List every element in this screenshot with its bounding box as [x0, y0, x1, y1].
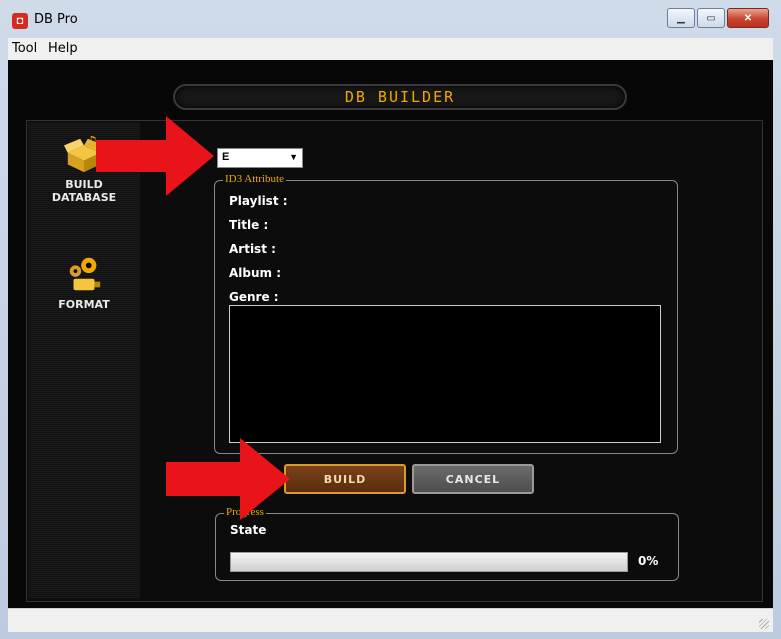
gear-usb-icon — [64, 254, 104, 294]
build-button[interactable]: BUILD — [284, 464, 406, 494]
album-label: Album : — [229, 266, 282, 280]
drive-select[interactable]: E ▼ — [217, 148, 303, 168]
status-bar — [8, 608, 773, 632]
genre-label: Genre : — [229, 290, 279, 304]
drive-select-value: E — [222, 151, 230, 163]
id3-legend: ID3 Attribute — [223, 173, 286, 185]
sidebar-item-format[interactable]: FORMAT — [28, 254, 140, 311]
banner: DB BUILDER — [173, 84, 627, 110]
menu-tool[interactable]: Tool — [12, 41, 37, 56]
progress-bar — [230, 552, 628, 572]
chevron-down-icon: ▼ — [289, 152, 298, 162]
menu-bar: Tool Help — [8, 38, 773, 61]
title-label: Title : — [229, 218, 269, 232]
resize-grip-icon[interactable] — [759, 619, 769, 629]
annotation-arrow-icon — [166, 438, 290, 520]
client-area: DB BUILDER ♫ BUILD DATABASE FORMAT E ▼ I… — [8, 60, 773, 608]
artist-label: Artist : — [229, 242, 276, 256]
minimize-button[interactable]: ▁ — [667, 8, 695, 28]
title-bar: ◘ DB Pro ▁ ▭ ✕ — [0, 0, 781, 38]
sidebar-item-format-label: FORMAT — [58, 298, 110, 311]
window-title: DB Pro — [34, 12, 78, 27]
genre-list[interactable] — [229, 305, 661, 443]
menu-help[interactable]: Help — [48, 41, 78, 56]
progress-group: Progress State 0% — [215, 506, 679, 581]
state-label: State — [230, 523, 267, 537]
app-window: ◘ DB Pro ▁ ▭ ✕ Tool Help DB BUILDER ♫ BU… — [0, 0, 781, 639]
playlist-label: Playlist : — [229, 194, 288, 208]
annotation-arrow-icon — [96, 116, 214, 196]
id3-attribute-group: ID3 Attribute Playlist : Title : Artist … — [214, 173, 678, 454]
banner-title: DB BUILDER — [344, 88, 456, 106]
main-background: DB BUILDER ♫ BUILD DATABASE FORMAT E ▼ I… — [8, 60, 773, 608]
cancel-button[interactable]: CANCEL — [412, 464, 534, 494]
close-button[interactable]: ✕ — [727, 8, 769, 28]
progress-percent: 0% — [638, 554, 659, 568]
app-icon: ◘ — [12, 13, 28, 29]
caption-buttons: ▁ ▭ ✕ — [665, 8, 769, 28]
maximize-button[interactable]: ▭ — [697, 8, 725, 28]
